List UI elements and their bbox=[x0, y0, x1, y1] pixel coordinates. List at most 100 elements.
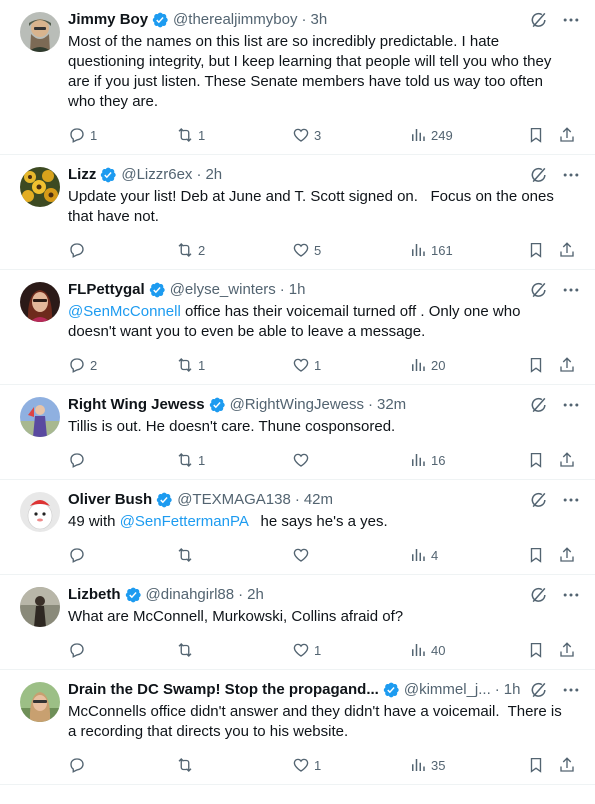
author-name[interactable]: Jimmy Boy bbox=[68, 10, 148, 30]
retweet-icon bbox=[178, 358, 192, 372]
author-handle[interactable]: @therealjimmyboy bbox=[173, 10, 297, 30]
reply-button[interactable] bbox=[68, 641, 176, 659]
author-handle[interactable]: @Lizzr6ex bbox=[121, 165, 192, 185]
bookmark-button[interactable] bbox=[527, 641, 558, 659]
share-button[interactable] bbox=[558, 126, 578, 144]
like-button[interactable]: 1 bbox=[292, 356, 409, 374]
like-button[interactable]: 3 bbox=[292, 126, 409, 144]
timestamp[interactable]: 42m bbox=[304, 490, 333, 510]
views-button[interactable]: 4 bbox=[409, 546, 527, 564]
avatar[interactable] bbox=[20, 397, 60, 437]
timestamp[interactable]: 1h bbox=[504, 680, 521, 700]
reply-button[interactable] bbox=[68, 756, 176, 774]
reply-button[interactable] bbox=[68, 546, 176, 564]
like-button[interactable] bbox=[292, 451, 409, 469]
reply-button[interactable] bbox=[68, 241, 176, 259]
tweet[interactable]: Drain the DC Swamp! Stop the propagand..… bbox=[0, 670, 595, 785]
author-name[interactable]: Lizz bbox=[68, 165, 96, 185]
like-button[interactable] bbox=[292, 546, 409, 564]
share-button[interactable] bbox=[558, 241, 578, 259]
grok-icon[interactable] bbox=[529, 10, 549, 30]
like-count: 1 bbox=[314, 757, 322, 773]
tweet[interactable]: Right Wing Jewess @RightWingJewess · 32m… bbox=[0, 385, 595, 480]
author-handle[interactable]: @dinahgirl88 bbox=[146, 585, 235, 605]
grok-icon[interactable] bbox=[529, 395, 549, 415]
grok-icon[interactable] bbox=[529, 490, 549, 510]
grok-icon[interactable] bbox=[529, 680, 549, 700]
bookmark-button[interactable] bbox=[527, 241, 558, 259]
share-button[interactable] bbox=[558, 641, 578, 659]
more-icon[interactable] bbox=[561, 680, 581, 700]
share-button[interactable] bbox=[558, 451, 578, 469]
grok-icon[interactable] bbox=[529, 165, 549, 185]
bookmark-button[interactable] bbox=[527, 356, 558, 374]
author-name[interactable]: Lizbeth bbox=[68, 585, 121, 605]
bookmark-button[interactable] bbox=[527, 546, 558, 564]
retweet-icon bbox=[178, 548, 192, 562]
views-button[interactable]: 35 bbox=[409, 756, 527, 774]
more-icon[interactable] bbox=[561, 10, 581, 30]
author-handle[interactable]: @kimmel_j... bbox=[404, 680, 491, 700]
tweet[interactable]: Oliver Bush @TEXMAGA138 · 42m 49 with @S… bbox=[0, 480, 595, 575]
views-button[interactable]: 249 bbox=[409, 126, 527, 144]
author-handle[interactable]: @RightWingJewess bbox=[230, 395, 364, 415]
reply-button[interactable]: 1 bbox=[68, 126, 176, 144]
views-button[interactable]: 16 bbox=[409, 451, 527, 469]
bookmark-button[interactable] bbox=[527, 126, 558, 144]
avatar[interactable] bbox=[20, 12, 60, 52]
retweet-button[interactable]: 2 bbox=[176, 241, 292, 259]
grok-icon[interactable] bbox=[529, 280, 549, 300]
like-button[interactable]: 5 bbox=[292, 241, 409, 259]
tweet[interactable]: FLPettygal @elyse_winters · 1h @SenMcCon… bbox=[0, 270, 595, 385]
avatar[interactable] bbox=[20, 587, 60, 627]
timestamp[interactable]: 1h bbox=[289, 280, 306, 300]
more-icon[interactable] bbox=[561, 585, 581, 605]
author-name[interactable]: Drain the DC Swamp! Stop the propagand..… bbox=[68, 680, 379, 700]
more-icon[interactable] bbox=[561, 490, 581, 510]
like-button[interactable]: 1 bbox=[292, 756, 409, 774]
bookmark-button[interactable] bbox=[527, 451, 558, 469]
retweet-button[interactable]: 1 bbox=[176, 356, 292, 374]
mention-link[interactable]: @SenMcConnell bbox=[68, 303, 181, 320]
timestamp[interactable]: 32m bbox=[377, 395, 406, 415]
retweet-button[interactable]: 1 bbox=[176, 451, 292, 469]
timestamp[interactable]: 2h bbox=[205, 165, 222, 185]
reply-icon bbox=[70, 453, 84, 468]
share-button[interactable] bbox=[558, 356, 578, 374]
author-handle[interactable]: @TEXMAGA138 bbox=[177, 490, 291, 510]
more-icon[interactable] bbox=[561, 280, 581, 300]
tweet[interactable]: Lizz @Lizzr6ex · 2h Update your list! De… bbox=[0, 155, 595, 270]
like-count: 1 bbox=[314, 357, 322, 373]
more-icon[interactable] bbox=[561, 395, 581, 415]
verified-badge-icon bbox=[99, 166, 117, 184]
reply-button[interactable]: 2 bbox=[68, 356, 176, 374]
author-name[interactable]: Right Wing Jewess bbox=[68, 395, 205, 415]
author-name[interactable]: Oliver Bush bbox=[68, 490, 152, 510]
views-button[interactable]: 40 bbox=[409, 641, 527, 659]
avatar[interactable] bbox=[20, 282, 60, 322]
author-handle[interactable]: @elyse_winters bbox=[170, 280, 276, 300]
share-button[interactable] bbox=[558, 546, 578, 564]
timestamp[interactable]: 2h bbox=[247, 585, 264, 605]
like-button[interactable]: 1 bbox=[292, 641, 409, 659]
author-name[interactable]: FLPettygal bbox=[68, 280, 145, 300]
retweet-button[interactable] bbox=[176, 756, 292, 774]
timestamp[interactable]: 3h bbox=[310, 10, 327, 30]
grok-icon[interactable] bbox=[529, 585, 549, 605]
avatar[interactable] bbox=[20, 682, 60, 722]
views-button[interactable]: 161 bbox=[409, 241, 527, 259]
tweet[interactable]: Jimmy Boy @therealjimmyboy · 3h Most of … bbox=[0, 0, 595, 155]
more-icon[interactable] bbox=[561, 165, 581, 185]
views-button[interactable]: 20 bbox=[409, 356, 527, 374]
share-button[interactable] bbox=[558, 756, 578, 774]
retweet-button[interactable]: 1 bbox=[176, 126, 292, 144]
bookmark-button[interactable] bbox=[527, 756, 558, 774]
reply-button[interactable] bbox=[68, 451, 176, 469]
avatar[interactable] bbox=[20, 167, 60, 207]
avatar[interactable] bbox=[20, 492, 60, 532]
retweet-button[interactable] bbox=[176, 546, 292, 564]
verified-badge-icon bbox=[382, 681, 400, 699]
mention-link[interactable]: @SenFettermanPA bbox=[120, 513, 248, 530]
retweet-button[interactable] bbox=[176, 641, 292, 659]
tweet[interactable]: Lizbeth @dinahgirl88 · 2h What are McCon… bbox=[0, 575, 595, 670]
